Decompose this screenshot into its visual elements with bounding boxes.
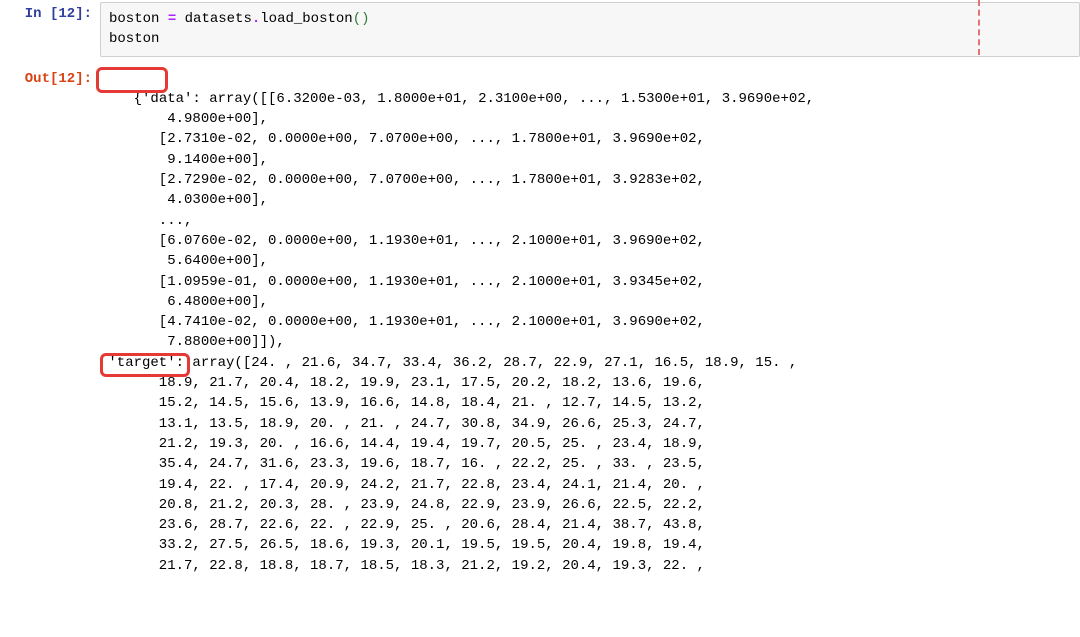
output-area: {'data': array([[6.3200e-03, 1.8000e+01,… (100, 65, 1080, 637)
output-prompt: Out[12]: (0, 65, 100, 87)
input-cell: In [12]: boston = datasets.load_boston()… (0, 0, 1080, 59)
code-editor[interactable]: boston = datasets.load_boston() boston (100, 2, 1080, 57)
output-text: {'data': array([[6.3200e-03, 1.8000e+01,… (100, 91, 814, 574)
annotation-highlight-data (96, 67, 168, 93)
code-token: datasets (185, 11, 252, 27)
code-token: boston (109, 31, 159, 47)
input-prompt: In [12]: (0, 0, 100, 22)
code-token: ) (361, 11, 369, 27)
code-token: = (159, 11, 184, 27)
code-token: . (252, 11, 260, 27)
code-token: load_boston (260, 11, 352, 27)
code-token: boston (109, 11, 159, 27)
output-cell: Out[12]: {'data': array([[6.3200e-03, 1.… (0, 65, 1080, 637)
code-token: ( (353, 11, 361, 27)
